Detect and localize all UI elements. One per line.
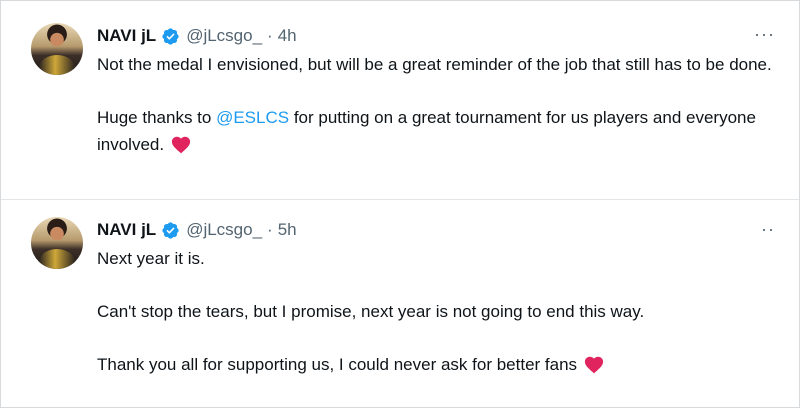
separator-dot: · (267, 26, 273, 45)
red-heart-emoji-icon (583, 354, 605, 374)
mention-link[interactable]: @ESLCS (216, 108, 289, 127)
text-segment: Thank you all for supporting us, I could… (97, 355, 578, 374)
timestamp[interactable]: 4h (278, 26, 297, 46)
verified-badge-icon (161, 27, 180, 46)
more-options-icon[interactable]: ·· (761, 220, 775, 238)
tweet-text: Not the medal I envisioned, but will be … (97, 51, 779, 158)
tweet-feed: NAVI jL @jLcsgo_ · 4h Not the medal I en… (0, 0, 800, 408)
tweet[interactable]: NAVI jL @jLcsgo_ · 5h Next year it is. C… (1, 200, 799, 407)
tweet[interactable]: NAVI jL @jLcsgo_ · 4h Not the medal I en… (1, 1, 799, 200)
timestamp[interactable]: 5h (278, 220, 297, 240)
more-options-icon[interactable]: ··· (754, 25, 775, 43)
avatar[interactable] (31, 23, 83, 75)
tweet-header: NAVI jL @jLcsgo_ · 4h (97, 23, 779, 49)
tweet-content: NAVI jL @jLcsgo_ · 5h Next year it is. C… (97, 217, 779, 407)
tweet-header: NAVI jL @jLcsgo_ · 5h (97, 217, 779, 243)
text-segment: Huge thanks to (97, 108, 217, 127)
user-handle[interactable]: @jLcsgo_ (186, 26, 262, 46)
tweet-paragraph: Next year it is. (97, 249, 205, 268)
red-heart-emoji-icon (170, 134, 192, 154)
tweet-content: NAVI jL @jLcsgo_ · 4h Not the medal I en… (97, 23, 779, 199)
tweet-paragraph: Thank you all for supporting us, I could… (97, 351, 779, 378)
user-handle[interactable]: @jLcsgo_ (186, 220, 262, 240)
display-name[interactable]: NAVI jL (97, 26, 156, 46)
display-name[interactable]: NAVI jL (97, 220, 156, 240)
tweet-paragraph: Huge thanks to @ESLCS for putting on a g… (97, 104, 779, 158)
separator-dot: · (267, 220, 273, 239)
verified-badge-icon (161, 221, 180, 240)
tweet-text: Next year it is. Can't stop the tears, b… (97, 245, 779, 378)
tweet-paragraph: Can't stop the tears, but I promise, nex… (97, 302, 645, 321)
avatar[interactable] (31, 217, 83, 269)
tweet-paragraph: Not the medal I envisioned, but will be … (97, 55, 772, 74)
